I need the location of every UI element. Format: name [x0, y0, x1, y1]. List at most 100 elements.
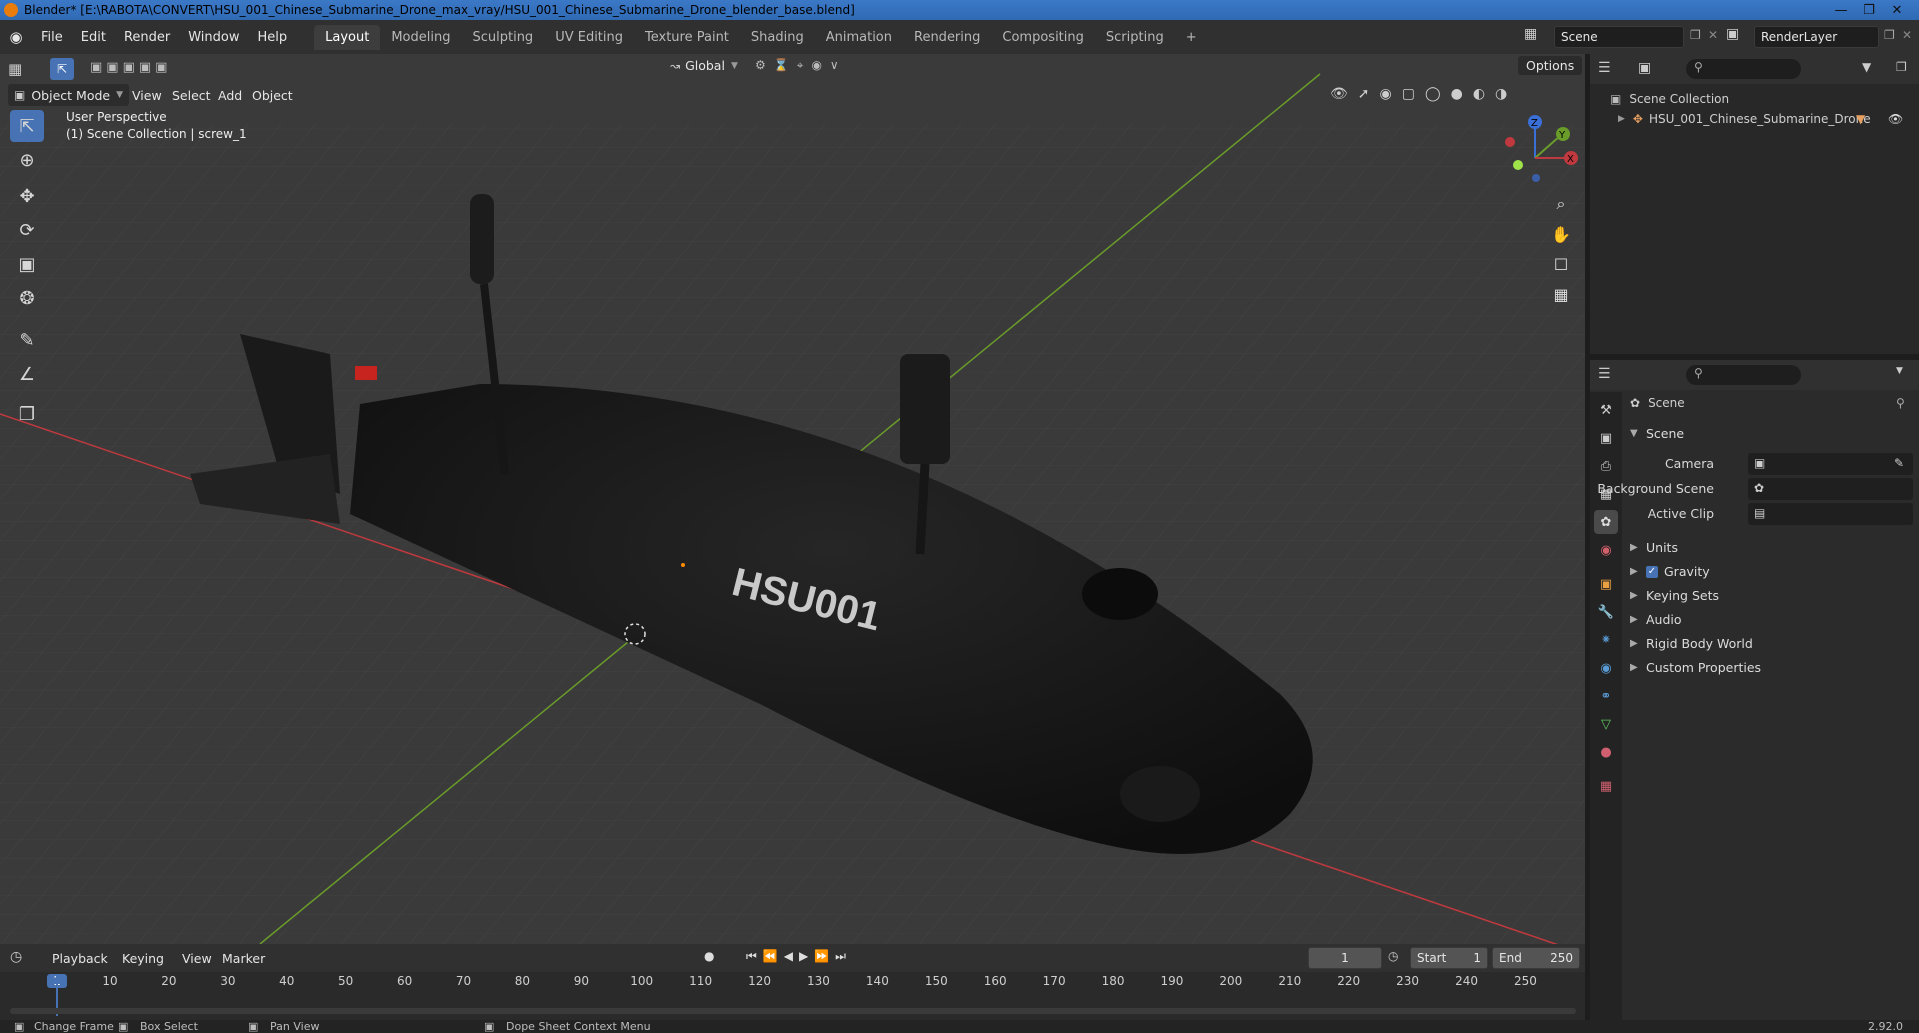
chevron-down-icon[interactable]: ▼ [1896, 366, 1903, 376]
select-tool-icon[interactable]: ⇱ [50, 58, 74, 80]
scene-new-icon[interactable]: ❐ [1690, 28, 1701, 42]
custom-properties-panel[interactable]: ▶ Custom Properties [1630, 660, 1761, 675]
units-panel[interactable]: ▶ Units [1630, 540, 1678, 555]
data-tab-icon[interactable]: ▽ [1594, 712, 1618, 736]
tab-uv-editing[interactable]: UV Editing [544, 25, 634, 50]
editor-type-icon[interactable]: ▦ [8, 60, 22, 78]
timeline-scrollbar[interactable] [10, 1008, 1576, 1014]
3d-viewport[interactable]: HSU001 Z Y X ▦ ⇱ ▣▣▣▣▣ ↝ Global ▼ ⚙⌛⌖◉∨ … [0, 54, 1585, 944]
tab-sculpting[interactable]: Sculpting [461, 25, 544, 50]
add-cube-tool-icon[interactable]: ❐ [10, 398, 44, 430]
tab-texture-paint[interactable]: Texture Paint [634, 25, 740, 50]
viewport-menu-object[interactable]: Object [252, 88, 293, 103]
pan-hand-icon[interactable]: ✋ [1547, 220, 1575, 248]
blender-menu-icon[interactable]: ◉ [0, 28, 32, 46]
viewport-menu-add[interactable]: Add [218, 88, 242, 103]
tab-modeling[interactable]: Modeling [380, 25, 461, 50]
camera-field[interactable]: ▣ ✎ [1748, 453, 1913, 475]
display-mode-icon[interactable]: ▣ [1638, 60, 1651, 76]
scene-tab-icon[interactable]: ✿ [1594, 510, 1618, 534]
properties-editor-icon[interactable]: ☰ [1598, 366, 1611, 382]
tab-shading[interactable]: Shading [740, 25, 815, 50]
clock-icon[interactable]: ◷ [1388, 949, 1398, 963]
object-tab-icon[interactable]: ▣ [1594, 572, 1618, 596]
viewport-menu-select[interactable]: Select [172, 88, 211, 103]
material-tab-icon[interactable]: ● [1594, 740, 1618, 764]
keying-sets-panel[interactable]: ▶ Keying Sets [1630, 588, 1719, 603]
pin-icon[interactable]: ⚲ [1896, 396, 1905, 410]
new-collection-icon[interactable]: ❐ [1896, 60, 1907, 74]
scene-section-header[interactable]: ▼ Scene [1630, 426, 1684, 441]
tab-rendering[interactable]: Rendering [903, 25, 991, 50]
pivot-snap-icons[interactable]: ⚙⌛⌖◉∨ [755, 58, 847, 73]
start-frame-field[interactable]: Start 1 [1410, 947, 1488, 969]
scene-selector-icon[interactable]: ▦ [1524, 26, 1537, 42]
constraints-tab-icon[interactable]: ⚭ [1594, 684, 1618, 708]
transform-tool-icon[interactable]: ❂ [10, 282, 44, 314]
restore-icon[interactable]: ❐ [1855, 0, 1883, 20]
timeline-menu-playback[interactable]: Playback [52, 951, 108, 966]
background-scene-field[interactable]: ✿ [1748, 478, 1913, 500]
gravity-checkbox[interactable]: ✓ [1646, 565, 1658, 578]
menu-help[interactable]: Help [249, 30, 297, 45]
outliner-editor-icon[interactable]: ☰ [1598, 60, 1611, 76]
scale-tool-icon[interactable]: ▣ [10, 248, 44, 280]
tab-animation[interactable]: Animation [815, 25, 903, 50]
outliner-search-input[interactable]: ⚲ [1686, 59, 1801, 79]
tab-compositing[interactable]: Compositing [991, 25, 1095, 50]
menu-file[interactable]: File [32, 30, 72, 45]
menu-window[interactable]: Window [179, 30, 248, 45]
timeline-editor-icon[interactable]: ◷ [10, 949, 22, 965]
record-icon[interactable]: ● [704, 949, 714, 963]
annotate-tool-icon[interactable]: ✎ [10, 324, 44, 356]
timeline-menu-marker[interactable]: Marker [222, 951, 265, 966]
rigid-body-world-panel[interactable]: ▶ Rigid Body World [1630, 636, 1753, 651]
menu-render[interactable]: Render [115, 30, 179, 45]
mode-selector[interactable]: ▣ Object Mode ▼ [8, 84, 130, 106]
timeline-menu-view[interactable]: View [182, 951, 212, 966]
zoom-icon[interactable]: ⌕ [1547, 190, 1575, 218]
menu-edit[interactable]: Edit [72, 30, 115, 45]
render-layer-icon[interactable]: ▣ [1726, 26, 1739, 42]
camera-view-icon[interactable]: ☐ [1547, 250, 1575, 278]
render-layer-new-icon[interactable]: ❐ [1884, 28, 1895, 42]
gravity-panel[interactable]: ▶ ✓ Gravity [1630, 564, 1710, 579]
select-box-tool-icon[interactable]: ⇱ [10, 110, 44, 142]
render-tab-icon[interactable]: ▣ [1594, 426, 1618, 450]
measure-tool-icon[interactable]: ∠ [10, 358, 44, 390]
viewport-menu-view[interactable]: View [132, 88, 162, 103]
particles-tab-icon[interactable]: ⁕ [1594, 628, 1618, 652]
filter-funnel-icon[interactable]: ▼ [1856, 112, 1865, 126]
rotate-tool-icon[interactable]: ⟳ [10, 214, 44, 246]
render-layer-field[interactable]: RenderLayer [1754, 26, 1879, 48]
end-frame-field[interactable]: End 250 [1492, 947, 1580, 969]
visibility-eye-icon[interactable]: 👁 [1888, 112, 1903, 126]
selection-mode-icons[interactable]: ▣▣▣▣▣ [90, 60, 171, 75]
filter-icon[interactable]: ▼ [1862, 60, 1871, 74]
output-tab-icon[interactable]: ⎙ [1594, 454, 1618, 478]
tab-scripting[interactable]: Scripting [1095, 25, 1175, 50]
tool-tab-icon[interactable]: ⚒ [1594, 398, 1618, 422]
scene-remove-icon[interactable]: ✕ [1708, 28, 1718, 42]
modifier-tab-icon[interactable]: 🔧 [1594, 600, 1618, 624]
audio-panel[interactable]: ▶ Audio [1630, 612, 1682, 627]
properties-search-input[interactable]: ⚲ [1686, 365, 1801, 385]
tab-layout[interactable]: Layout [314, 24, 381, 50]
outliner-row-scene-collection[interactable]: ▣ Scene Collection [1610, 92, 1729, 106]
viewport-shading-icons[interactable]: 👁➚◉▢◯●◐◑ [1330, 86, 1517, 102]
timeline-menu-keying[interactable]: Keying [122, 951, 164, 966]
current-frame-field[interactable]: 1 [1308, 947, 1382, 969]
frame-ruler[interactable]: 1102030405060708090100110120130140150160… [0, 972, 1585, 992]
minimize-icon[interactable]: — [1827, 0, 1855, 20]
eyedropper-icon[interactable]: ✎ [1894, 456, 1904, 470]
texture-tab-icon[interactable]: ▦ [1594, 774, 1618, 798]
transform-orientation[interactable]: ↝ Global ▼ [670, 58, 738, 73]
playback-controls-icons[interactable]: ⏮⏪◀▶⏩⏭ [746, 949, 852, 964]
options-button[interactable]: Options [1518, 56, 1583, 75]
move-tool-icon[interactable]: ✥ [10, 180, 44, 212]
active-clip-field[interactable]: ▤ [1748, 503, 1913, 525]
add-workspace-button[interactable]: + [1175, 25, 1208, 50]
physics-tab-icon[interactable]: ◉ [1594, 656, 1618, 680]
world-tab-icon[interactable]: ◉ [1594, 538, 1618, 562]
scene-name-field[interactable]: Scene [1554, 26, 1684, 48]
